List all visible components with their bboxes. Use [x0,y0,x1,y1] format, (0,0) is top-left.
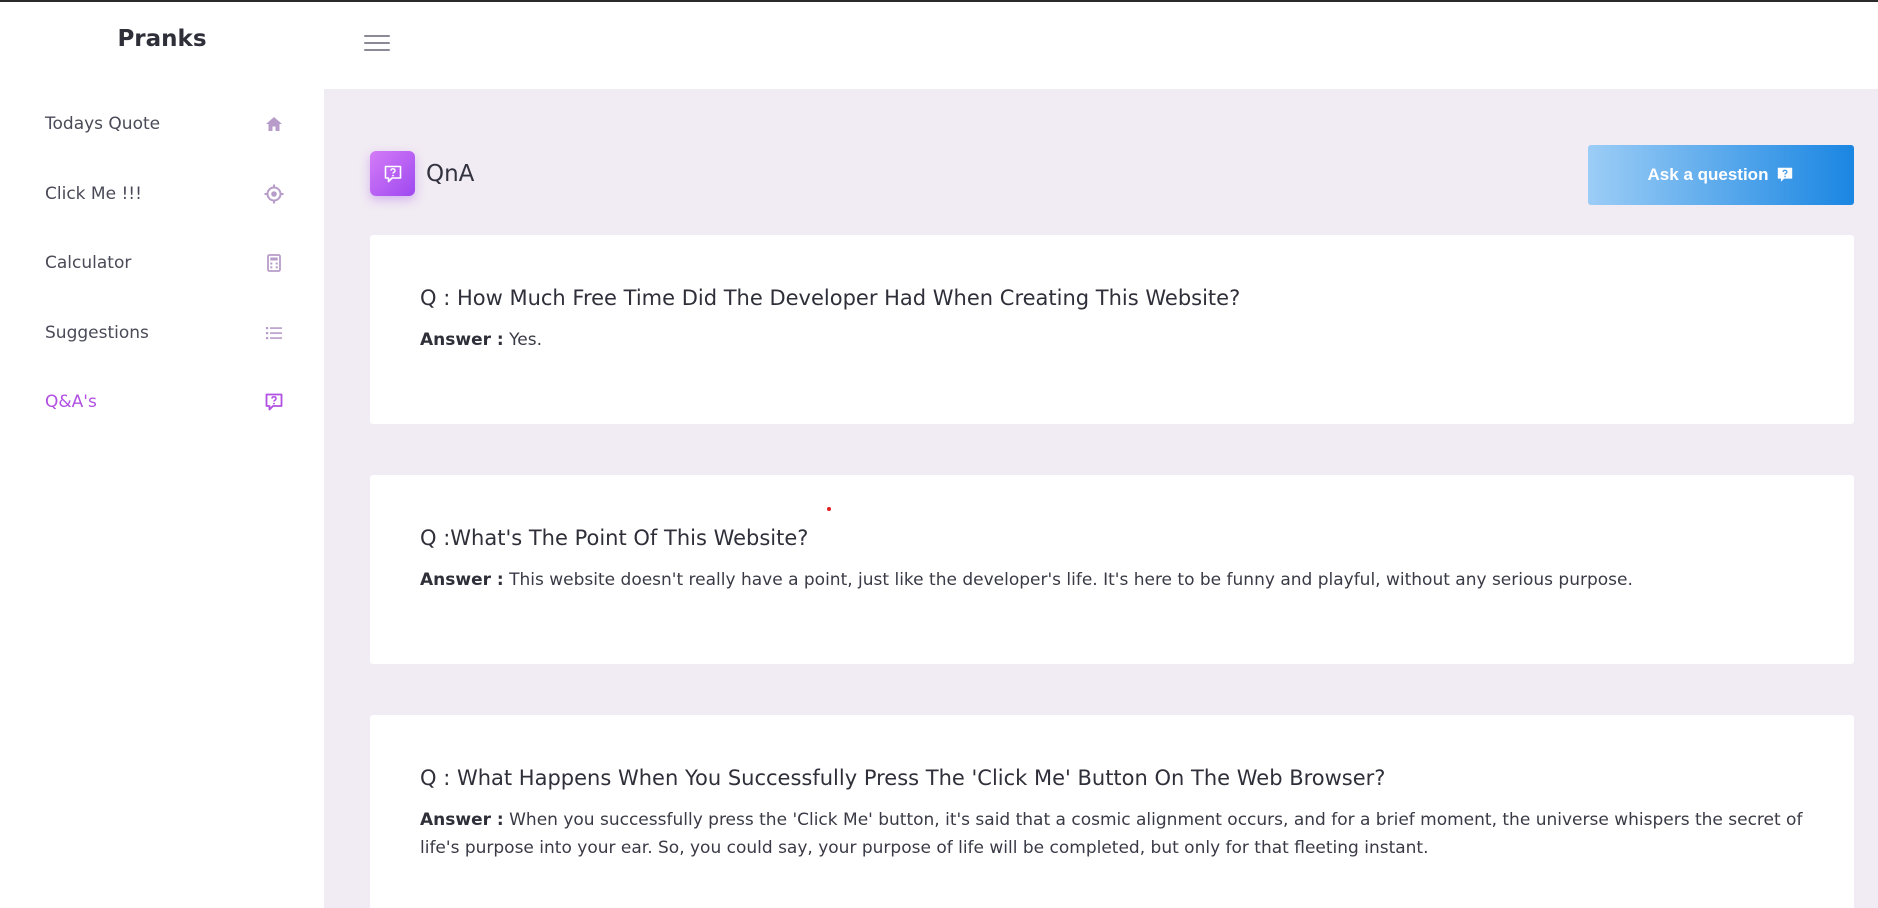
calculator-icon [263,252,285,274]
question-text: Q : How Much Free Time Did The Developer… [420,286,1241,310]
target-icon [263,183,285,205]
ask-question-button[interactable]: Ask a question [1588,145,1854,205]
sidebar-item-click-me[interactable]: Click Me !!! [45,174,285,214]
question-text: Q : What Happens When You Successfully P… [420,766,1386,790]
answer-text: Answer : Yes. [420,326,1820,354]
main-content: QnA Ask a question Q : How Much Free Tim… [324,89,1878,908]
brand-title: Pranks [117,26,207,52]
sidebar-item-label: Todays Quote [45,114,161,134]
sidebar-item-label: Q&A's [45,392,97,412]
top-bar [324,2,1878,89]
sidebar-item-qna[interactable]: Q&A's [45,382,285,422]
qna-card: Q :What's The Point Of This Website? Ans… [370,475,1854,664]
qna-card: Q : What Happens When You Successfully P… [370,715,1854,908]
question-bubble-icon [370,151,415,196]
home-icon [263,113,285,135]
list-icon [263,322,285,344]
answer-body: Yes. [509,330,542,350]
answer-body: When you successfully press the 'Click M… [420,810,1803,858]
question-bubble-icon [1778,167,1793,182]
answer-label: Answer : [420,570,504,590]
mouse-cursor-marker [827,507,831,511]
sidebar-item-label: Calculator [45,253,132,273]
page-title: QnA [426,160,475,187]
page-header: QnA [370,151,474,196]
question-bubble-icon [263,391,285,413]
ask-question-label: Ask a question [1647,165,1769,184]
answer-label: Answer : [420,330,504,350]
answer-body: This website doesn't really have a point… [509,570,1633,590]
sidebar: Pranks Todays Quote Click Me !!! Calcula… [0,2,324,908]
sidebar-item-label: Suggestions [45,323,149,343]
sidebar-item-suggestions[interactable]: Suggestions [45,313,285,353]
sidebar-item-calculator[interactable]: Calculator [45,243,285,283]
answer-text: Answer : When you successfully press the… [420,806,1820,862]
answer-label: Answer : [420,810,504,830]
answer-text: Answer : This website doesn't really hav… [420,566,1820,594]
qna-card: Q : How Much Free Time Did The Developer… [370,235,1854,424]
question-text: Q :What's The Point Of This Website? [420,526,809,550]
sidebar-item-label: Click Me !!! [45,184,142,204]
sidebar-item-todays-quote[interactable]: Todays Quote [45,104,285,144]
hamburger-icon[interactable] [364,35,390,55]
